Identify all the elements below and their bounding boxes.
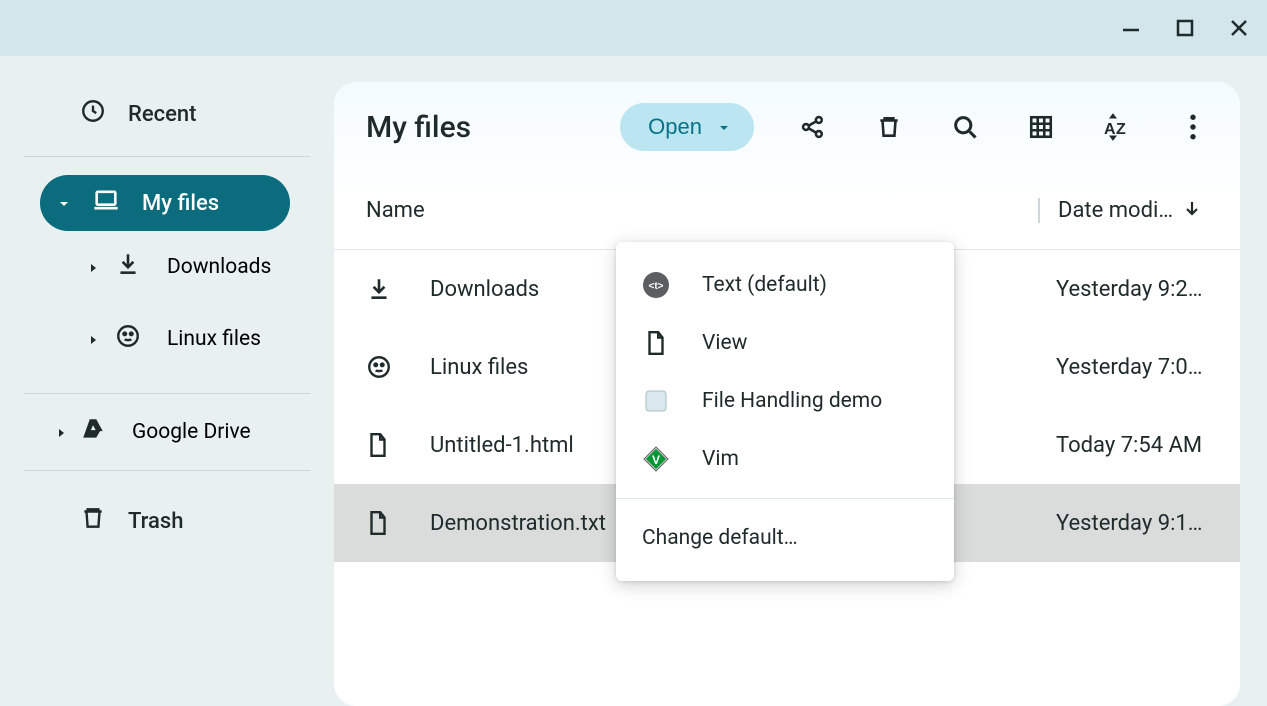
chevron-right-icon bbox=[56, 420, 66, 444]
menu-item-text-default[interactable]: <t> Text (default) bbox=[616, 256, 954, 314]
menu-item-label: Vim bbox=[702, 447, 739, 471]
menu-item-vim[interactable]: V Vim bbox=[616, 430, 954, 488]
file-date: Yesterday 9:1… bbox=[1038, 511, 1208, 536]
menu-item-label: Text (default) bbox=[702, 273, 827, 297]
download-icon bbox=[366, 276, 430, 302]
svg-text:A: A bbox=[1104, 121, 1116, 138]
file-list-panel: My files Open bbox=[334, 82, 1240, 706]
file-icon bbox=[366, 432, 430, 458]
window-close-button[interactable] bbox=[1225, 14, 1253, 42]
sidebar-item-label: Downloads bbox=[167, 255, 271, 279]
file-date: Yesterday 7:0… bbox=[1038, 355, 1208, 380]
app-icon bbox=[642, 387, 670, 415]
open-button-label: Open bbox=[648, 114, 702, 140]
search-icon[interactable] bbox=[950, 112, 980, 142]
menu-item-label: File Handling demo bbox=[702, 389, 882, 413]
sidebar: Recent My files Downloads bbox=[0, 56, 334, 706]
download-icon bbox=[115, 251, 141, 283]
sidebar-item-label: My files bbox=[142, 191, 219, 216]
menu-item-label: Change default… bbox=[642, 526, 798, 550]
window-minimize-button[interactable] bbox=[1117, 14, 1145, 42]
menu-separator bbox=[616, 498, 954, 499]
laptop-icon bbox=[92, 186, 120, 220]
sidebar-item-google-drive[interactable]: Google Drive bbox=[0, 400, 334, 464]
svg-text:<t>: <t> bbox=[648, 281, 663, 292]
file-icon bbox=[642, 329, 670, 357]
more-icon[interactable] bbox=[1178, 112, 1208, 142]
sidebar-item-recent[interactable]: Recent bbox=[0, 82, 334, 146]
chevron-down-icon bbox=[58, 191, 70, 216]
sidebar-item-label: Linux files bbox=[167, 327, 261, 351]
chevron-right-icon bbox=[88, 255, 98, 279]
svg-text:Z: Z bbox=[1116, 121, 1126, 138]
column-date[interactable]: Date modi… bbox=[1038, 198, 1208, 223]
sidebar-item-label: Google Drive bbox=[132, 420, 251, 444]
chevron-right-icon bbox=[88, 327, 98, 351]
file-date: Yesterday 9:2… bbox=[1038, 277, 1208, 302]
chevron-down-icon bbox=[718, 114, 730, 140]
sidebar-item-label: Recent bbox=[128, 102, 196, 127]
clock-icon bbox=[80, 98, 106, 130]
trash-icon bbox=[80, 505, 106, 537]
vim-icon: V bbox=[642, 445, 670, 473]
svg-text:V: V bbox=[652, 453, 660, 467]
menu-item-file-handling[interactable]: File Handling demo bbox=[616, 372, 954, 430]
sidebar-item-linux[interactable]: Linux files bbox=[0, 303, 334, 375]
share-icon[interactable] bbox=[798, 112, 828, 142]
sidebar-item-my-files[interactable]: My files bbox=[40, 175, 290, 231]
column-name[interactable]: Name bbox=[366, 198, 708, 223]
grid-view-icon[interactable] bbox=[1026, 112, 1056, 142]
menu-item-change-default[interactable]: Change default… bbox=[616, 509, 954, 567]
file-date: Today 7:54 AM bbox=[1038, 433, 1208, 458]
open-with-menu: <t> Text (default) View File Handling de… bbox=[616, 242, 954, 581]
sidebar-item-downloads[interactable]: Downloads bbox=[0, 231, 334, 303]
open-button[interactable]: Open bbox=[620, 103, 754, 151]
google-drive-icon bbox=[80, 416, 106, 448]
linux-icon bbox=[115, 323, 141, 355]
arrow-down-icon bbox=[1183, 198, 1201, 223]
sidebar-item-trash[interactable]: Trash bbox=[0, 489, 334, 553]
file-icon bbox=[366, 510, 430, 536]
menu-item-label: View bbox=[702, 331, 747, 355]
toolbar: My files Open bbox=[334, 82, 1240, 172]
window-maximize-button[interactable] bbox=[1171, 14, 1199, 42]
linux-icon bbox=[366, 354, 430, 380]
sort-icon[interactable]: AZ bbox=[1102, 112, 1132, 142]
sidebar-item-label: Trash bbox=[128, 509, 183, 534]
page-title: My files bbox=[366, 110, 471, 145]
column-headers: Name Date modi… bbox=[334, 172, 1240, 250]
window-titlebar bbox=[0, 0, 1267, 56]
menu-item-view[interactable]: View bbox=[616, 314, 954, 372]
delete-icon[interactable] bbox=[874, 112, 904, 142]
text-app-icon: <t> bbox=[642, 271, 670, 299]
